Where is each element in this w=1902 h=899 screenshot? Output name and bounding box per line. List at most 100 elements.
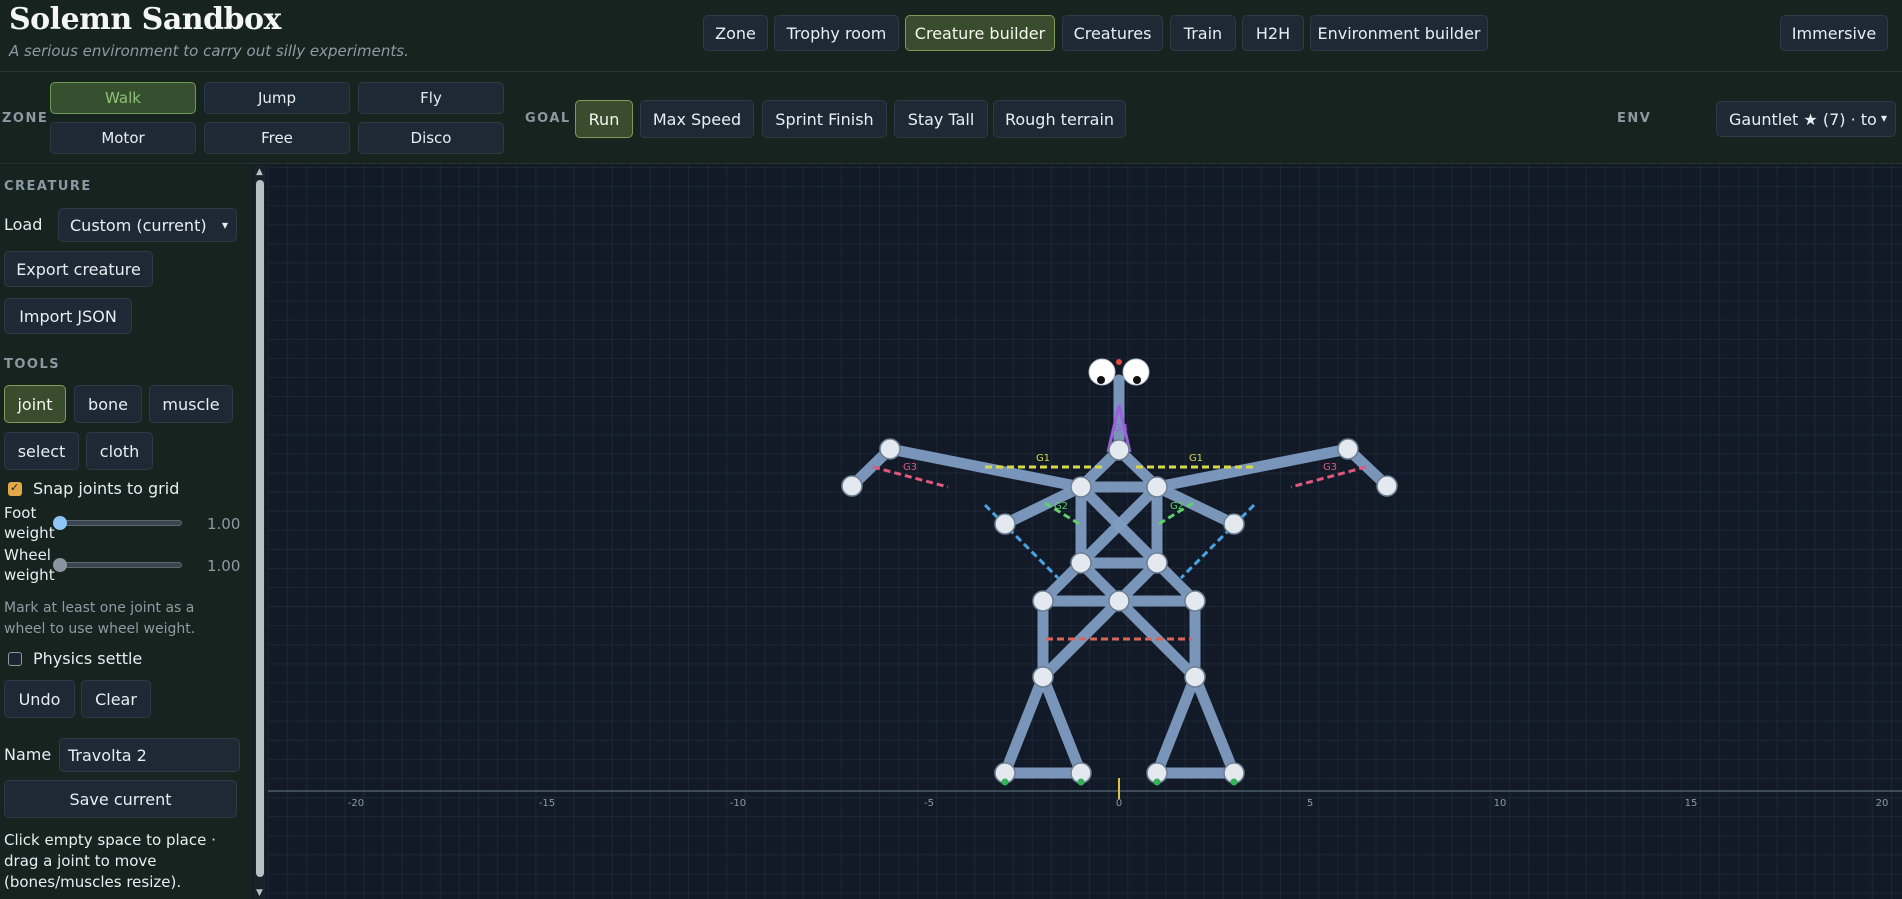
nav-trophy-room[interactable]: Trophy room <box>774 15 899 51</box>
env-select-value: Gauntlet ★ (7) · to <box>1729 109 1877 129</box>
axis-tick-label: 10 <box>1494 798 1507 809</box>
snap-label: Snap joints to grid <box>33 479 180 498</box>
clear-button[interactable]: Clear <box>81 680 151 718</box>
physics-settle-checkbox[interactable] <box>8 652 22 666</box>
joint <box>1146 552 1168 574</box>
zone-jump[interactable]: Jump <box>204 82 350 114</box>
goal-max-speed[interactable]: Max Speed <box>640 100 754 138</box>
builder-canvas[interactable]: -20 -15 -10 -5 0 5 10 15 20 G1 G1 G2 G2 G3 G3 G4 <box>268 165 1902 899</box>
joint <box>1184 666 1206 688</box>
wheel-weight-track <box>56 562 182 568</box>
load-select[interactable]: Custom (current) ▾ <box>58 208 237 242</box>
export-creature-button[interactable]: Export creature <box>4 251 153 287</box>
foot-weight-label: Foot weight <box>4 503 55 543</box>
joint <box>1032 666 1054 688</box>
joint <box>1070 552 1092 574</box>
zone-motor[interactable]: Motor <box>50 122 196 154</box>
tool-cloth[interactable]: cloth <box>86 432 153 470</box>
wheel-hint: Mark at least one joint as a wheel to us… <box>4 598 195 640</box>
joint <box>1070 476 1092 498</box>
goal-rough-terrain[interactable]: Rough terrain <box>993 100 1126 138</box>
bone <box>999 671 1049 779</box>
help-line1: Click empty space to place · <box>4 831 216 849</box>
nav-environment-builder[interactable]: Environment builder <box>1310 15 1488 51</box>
name-label: Name <box>4 745 52 764</box>
tool-select[interactable]: select <box>4 432 79 470</box>
joint <box>994 513 1016 535</box>
nav-h2h[interactable]: H2H <box>1242 15 1304 51</box>
wheel-hint-line2: wheel to use wheel weight. <box>4 621 196 637</box>
eye-pupil <box>1133 376 1141 384</box>
foot-contact <box>1077 778 1085 786</box>
import-json-button[interactable]: Import JSON <box>4 298 132 334</box>
zone-walk[interactable]: Walk <box>50 82 196 114</box>
sidebar-scroll-thumb[interactable] <box>256 180 264 877</box>
foot-contact <box>1001 778 1009 786</box>
foot-weight-value: 1.00 <box>207 515 241 533</box>
zone-fly[interactable]: Fly <box>358 82 504 114</box>
goal-stay-tall[interactable]: Stay Tall <box>894 100 988 138</box>
tools-section-label: TOOLS <box>4 357 61 372</box>
joint <box>1184 590 1206 612</box>
app-subtitle: A serious environment to carry out silly… <box>9 42 409 60</box>
snap-checkbox[interactable] <box>8 481 22 496</box>
nav-creatures[interactable]: Creatures <box>1062 15 1163 51</box>
muscle-label: G3 <box>1323 462 1337 473</box>
axis-tick-label: -10 <box>730 798 746 809</box>
zone-disco[interactable]: Disco <box>358 122 504 154</box>
load-select-value: Custom (current) <box>70 215 207 235</box>
nav-zone[interactable]: Zone <box>703 15 768 51</box>
chevron-down-icon: ▾ <box>1880 111 1887 125</box>
goal-sprint-finish[interactable]: Sprint Finish <box>762 100 887 138</box>
goal-run[interactable]: Run <box>575 100 633 138</box>
axis-tick-label: -5 <box>924 798 934 809</box>
wheel-weight-slider[interactable] <box>53 558 67 572</box>
creature-section-label: CREATURE <box>4 179 92 194</box>
name-input[interactable]: Travolta 2 <box>59 738 240 772</box>
tool-muscle[interactable]: muscle <box>149 385 233 423</box>
muscle-label: G4 <box>1114 423 1128 434</box>
scroll-down-icon[interactable]: ▼ <box>256 888 263 898</box>
zone-free[interactable]: Free <box>204 122 350 154</box>
nav-creature-builder[interactable]: Creature builder <box>905 15 1055 51</box>
muscle-label: G2 <box>1054 501 1068 512</box>
help-text: Click empty space to place · drag a join… <box>4 830 216 893</box>
joint <box>1108 439 1130 461</box>
load-label: Load <box>4 215 43 234</box>
foot-weight-slider[interactable] <box>53 516 67 530</box>
joint <box>1108 590 1130 612</box>
joint <box>1337 438 1359 460</box>
immersive-button[interactable]: Immersive <box>1780 15 1888 51</box>
wheel-hint-line1: Mark at least one joint as a <box>4 600 195 616</box>
joint <box>841 475 863 497</box>
joint <box>1223 513 1245 535</box>
save-current-button[interactable]: Save current <box>4 780 237 818</box>
bone <box>999 481 1087 530</box>
muscle-label: G3 <box>903 462 917 473</box>
axis-tick-label: 0 <box>1116 798 1122 809</box>
nav-train[interactable]: Train <box>1170 15 1236 51</box>
wheel-weight-label: Wheel weight <box>4 545 55 585</box>
tool-bone[interactable]: bone <box>74 385 142 423</box>
undo-button[interactable]: Undo <box>4 680 75 718</box>
axis-tick-label: 5 <box>1307 798 1313 809</box>
joint <box>879 438 901 460</box>
joint <box>1146 476 1168 498</box>
axis-tick-label: 15 <box>1685 798 1698 809</box>
muscle-label: G2 <box>1170 501 1184 512</box>
foot-weight-track <box>56 520 182 526</box>
tool-joint[interactable]: joint <box>4 385 66 423</box>
wheel-weight-value: 1.00 <box>207 557 241 575</box>
bone <box>1189 671 1240 779</box>
creature-stage[interactable]: -20 -15 -10 -5 0 5 10 15 20 G1 G1 G2 G2 G3 G3 G4 <box>268 165 1902 899</box>
foot-weight-label-line2: weight <box>4 524 55 542</box>
foot-weight-label-line1: Foot <box>4 504 37 522</box>
help-line3: (bones/muscles resize). <box>4 873 182 891</box>
physics-settle-label: Physics settle <box>33 649 143 668</box>
joint <box>1376 475 1398 497</box>
bone <box>1151 671 1201 779</box>
scroll-up-icon[interactable]: ▲ <box>256 167 263 177</box>
env-select[interactable]: Gauntlet ★ (7) · to ▾ <box>1716 101 1896 137</box>
wheel-weight-label-line1: Wheel <box>4 546 51 564</box>
head-marker <box>1116 359 1122 365</box>
